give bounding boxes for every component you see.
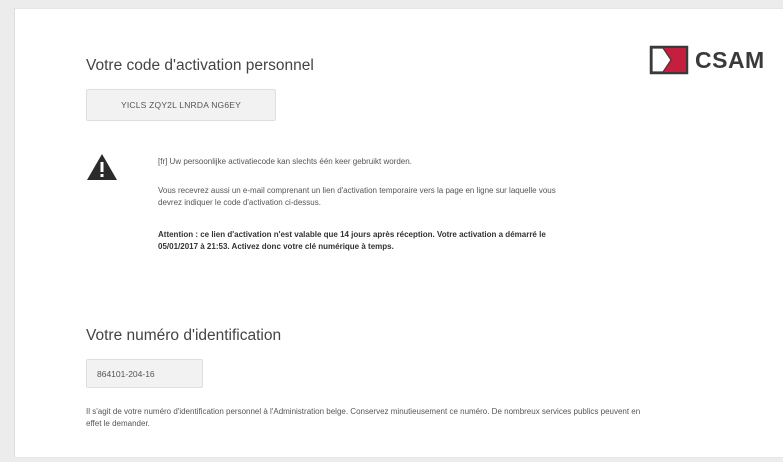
activation-code-title: Votre code d'activation personnel bbox=[86, 57, 314, 74]
activation-panel: CSAM Votre code d'activation personnel Y… bbox=[14, 8, 783, 458]
warning-icon bbox=[85, 152, 119, 187]
csam-logo: CSAM bbox=[649, 45, 765, 75]
activation-code-field[interactable]: YICLS ZQY2L LNRDA NG6EY bbox=[86, 89, 276, 121]
activation-attention-message: Attention : ce lien d'activation n'est v… bbox=[158, 230, 546, 251]
csam-logo-mark-icon bbox=[649, 45, 689, 75]
identification-title: Votre numéro d'identification bbox=[86, 327, 282, 344]
identification-number-field[interactable]: 864101-204-16 bbox=[86, 359, 203, 388]
csam-logo-text: CSAM bbox=[695, 46, 765, 73]
activation-email-message: Vous recevrez aussi un e-mail comprenant… bbox=[158, 186, 556, 207]
activation-code-once-message: [fr] Uw persoonlijke activatiecode kan s… bbox=[158, 157, 412, 166]
identification-note: Il s'agit de votre numéro d'identificati… bbox=[86, 407, 641, 428]
